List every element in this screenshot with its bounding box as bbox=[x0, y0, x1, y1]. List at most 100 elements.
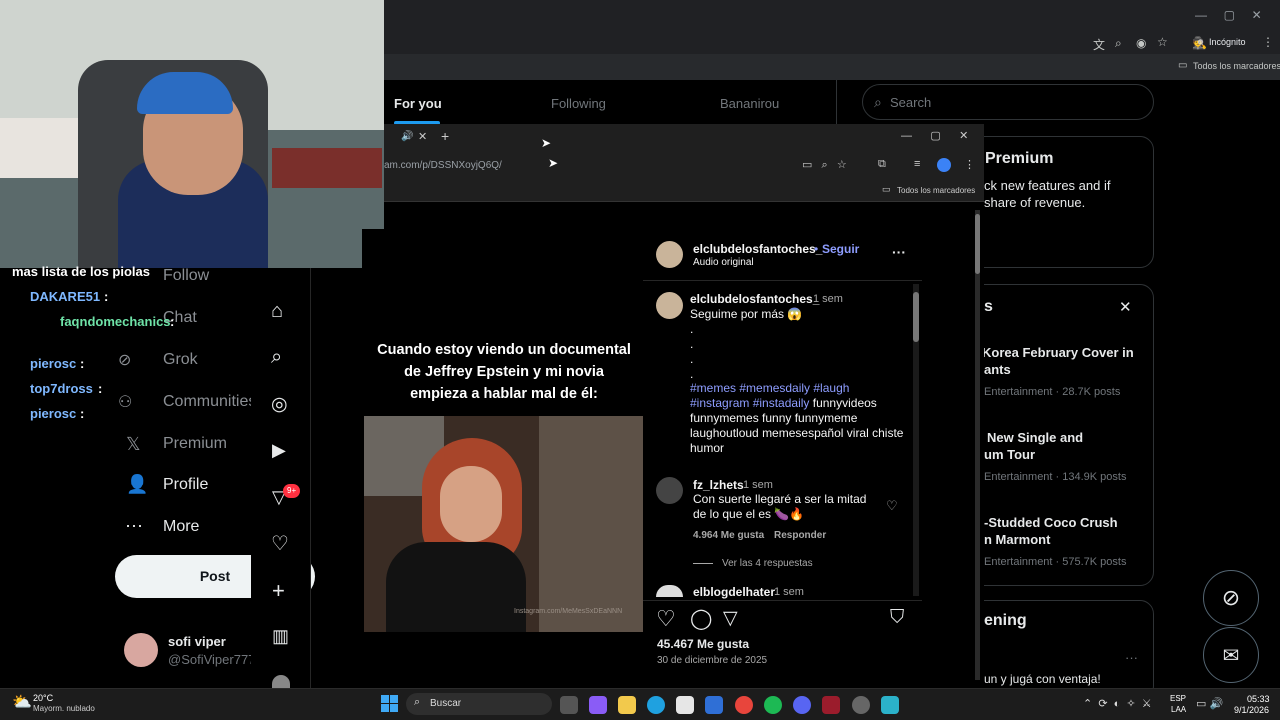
nav-profile[interactable]: Profile bbox=[163, 476, 208, 494]
caption-author[interactable]: elclubdelosfantoches_ bbox=[690, 292, 819, 306]
eye-off-icon[interactable]: ◉ bbox=[1136, 36, 1146, 50]
create-icon[interactable]: + bbox=[272, 578, 285, 604]
translate-icon[interactable]: 文 bbox=[1093, 36, 1105, 53]
start-button[interactable] bbox=[381, 695, 398, 712]
heart-icon[interactable]: ♡ bbox=[271, 531, 289, 556]
notepad-icon[interactable] bbox=[881, 696, 899, 714]
copilot-icon[interactable] bbox=[589, 696, 607, 714]
nav-more[interactable]: More bbox=[163, 518, 199, 536]
tray-icons[interactable]: ⌃ ⟳ ◐ ✧ ⚔ bbox=[1083, 697, 1152, 710]
chat-username: pierosc bbox=[30, 406, 77, 421]
author-avatar[interactable] bbox=[656, 292, 683, 319]
explore-icon[interactable]: ◎ bbox=[271, 393, 288, 416]
file-explorer-icon[interactable] bbox=[618, 696, 636, 714]
store-icon[interactable] bbox=[676, 696, 694, 714]
caption-dot: . bbox=[690, 367, 694, 381]
media-icon[interactable]: ≡ bbox=[914, 158, 920, 170]
clock-date[interactable]: 9/1/2026 bbox=[1234, 705, 1269, 715]
commenter-avatar[interactable] bbox=[656, 477, 683, 504]
reels-icon[interactable]: ▶ bbox=[272, 440, 286, 461]
comment-user[interactable]: fz_lzhets bbox=[693, 478, 744, 492]
popup-bookmarks-label[interactable]: Todos los marcadores bbox=[897, 186, 975, 195]
window-controls[interactable]: — ▢ ✕ bbox=[1195, 8, 1262, 22]
nav-communities[interactable]: Communities bbox=[163, 393, 256, 411]
app-icon[interactable] bbox=[822, 696, 840, 714]
close-icon[interactable]: ✕ bbox=[1119, 298, 1132, 316]
new-tab-icon[interactable]: + bbox=[441, 128, 449, 144]
nav-follow[interactable]: Follow bbox=[163, 267, 209, 285]
tab-bananirou[interactable]: Bananirou bbox=[720, 96, 779, 111]
trend-title[interactable]: -Studded Coco Crush bbox=[984, 515, 1118, 530]
weather-temp[interactable]: 20°C bbox=[33, 693, 53, 703]
more-options-icon[interactable]: ··· bbox=[892, 244, 906, 260]
dashboard-icon[interactable]: ▥ bbox=[272, 626, 289, 647]
extensions-icon[interactable]: ⧉ bbox=[878, 158, 886, 171]
reply-button[interactable]: Responder bbox=[774, 530, 826, 541]
author-name[interactable]: elclubdelosfantoches_ bbox=[693, 242, 822, 256]
spotify-icon[interactable] bbox=[764, 696, 782, 714]
menu-dots-icon[interactable]: ⋮ bbox=[1262, 35, 1274, 49]
post-media[interactable]: Cuando estoy viendo un documental de Jef… bbox=[362, 229, 643, 632]
trend-title[interactable]: New Single and bbox=[987, 430, 1083, 445]
menu-dots-icon[interactable]: ⋮ bbox=[964, 158, 975, 171]
audio-label[interactable]: Audio original bbox=[693, 257, 754, 268]
weather-desc[interactable]: Mayorm. nublado bbox=[33, 704, 95, 713]
follow-separator: • bbox=[814, 242, 819, 256]
star-icon[interactable]: ☆ bbox=[1157, 35, 1168, 49]
language-line1[interactable]: ESP bbox=[1170, 694, 1186, 703]
profile-icon: 👤 bbox=[126, 474, 149, 494]
trend-title[interactable]: Korea February Cover in bbox=[982, 345, 1134, 360]
edge-icon[interactable] bbox=[647, 696, 665, 714]
avatar[interactable] bbox=[272, 675, 290, 688]
search-icon[interactable]: ⌕ bbox=[271, 346, 282, 369]
share-icon[interactable]: ▽ bbox=[723, 607, 738, 630]
author-avatar[interactable] bbox=[656, 241, 683, 268]
discord-icon[interactable] bbox=[793, 696, 811, 714]
close-tab-icon[interactable]: ✕ bbox=[418, 130, 427, 143]
settings-icon[interactable] bbox=[852, 696, 870, 714]
profile-avatar[interactable] bbox=[937, 158, 951, 172]
cursor-icon: ➤ bbox=[541, 136, 552, 150]
clock-time[interactable]: 05:33 bbox=[1247, 694, 1270, 704]
speaker-icon[interactable]: 🔊 bbox=[401, 131, 413, 142]
trend-title[interactable]: um Tour bbox=[984, 447, 1035, 462]
avatar[interactable] bbox=[124, 633, 158, 667]
messages-button[interactable]: ✉ bbox=[1203, 627, 1259, 683]
comments-scrollbar[interactable] bbox=[913, 284, 919, 596]
post-likes[interactable]: 45.467 Me gusta bbox=[657, 637, 749, 651]
divider bbox=[643, 280, 922, 281]
user-name: sofi viper bbox=[168, 634, 226, 649]
task-view-icon[interactable] bbox=[560, 696, 578, 714]
nav-grok[interactable]: Grok bbox=[163, 351, 198, 369]
more-dots-icon[interactable]: ··· bbox=[1125, 650, 1138, 665]
trend-title[interactable]: ants bbox=[984, 362, 1011, 377]
taskbar-search[interactable] bbox=[406, 693, 552, 715]
popup-url[interactable]: am.com/p/DSSNXoyjQ6Q/ bbox=[384, 160, 502, 171]
tab-for-you[interactable]: For you bbox=[394, 96, 442, 111]
tab-following[interactable]: Following bbox=[551, 96, 606, 111]
comment-time: 1 sem bbox=[743, 479, 773, 491]
weather-icon[interactable]: ⛅ bbox=[12, 692, 32, 712]
follow-button[interactable]: Seguir bbox=[822, 242, 859, 256]
comment-icon[interactable]: ◯ bbox=[690, 606, 712, 631]
chrome-icon[interactable] bbox=[735, 696, 753, 714]
language-line2[interactable]: LAA bbox=[1171, 705, 1186, 714]
mail-icon[interactable] bbox=[705, 696, 723, 714]
like-comment-icon[interactable]: ♡ bbox=[886, 498, 898, 514]
scrollbar[interactable] bbox=[975, 210, 980, 680]
system-icons[interactable]: ▭ 🔊 bbox=[1196, 697, 1223, 710]
popup-window-controls[interactable]: — ▢ ✕ bbox=[901, 129, 968, 142]
save-icon[interactable]: ⛉ bbox=[890, 607, 904, 629]
popup-toolbar-icons[interactable]: ▭ ⌕ ☆ bbox=[802, 158, 847, 172]
nav-premium[interactable]: Premium bbox=[163, 435, 227, 453]
trend-title[interactable]: n Marmont bbox=[984, 532, 1050, 547]
home-icon[interactable]: ⌂ bbox=[271, 300, 283, 323]
comment-likes[interactable]: 4.964 Me gusta bbox=[693, 530, 764, 541]
like-icon[interactable]: ♡ bbox=[656, 606, 676, 632]
comment-user[interactable]: elblogdelhater bbox=[693, 585, 775, 599]
user-handle: @SofiViper777 bbox=[168, 652, 252, 667]
grok-button[interactable]: ⊘ bbox=[1203, 570, 1259, 626]
zoom-icon[interactable]: ⌕ bbox=[1115, 36, 1122, 51]
view-replies-button[interactable]: Ver las 4 respuestas bbox=[722, 558, 813, 569]
bookmarks-label[interactable]: Todos los marcadores bbox=[1193, 61, 1280, 71]
